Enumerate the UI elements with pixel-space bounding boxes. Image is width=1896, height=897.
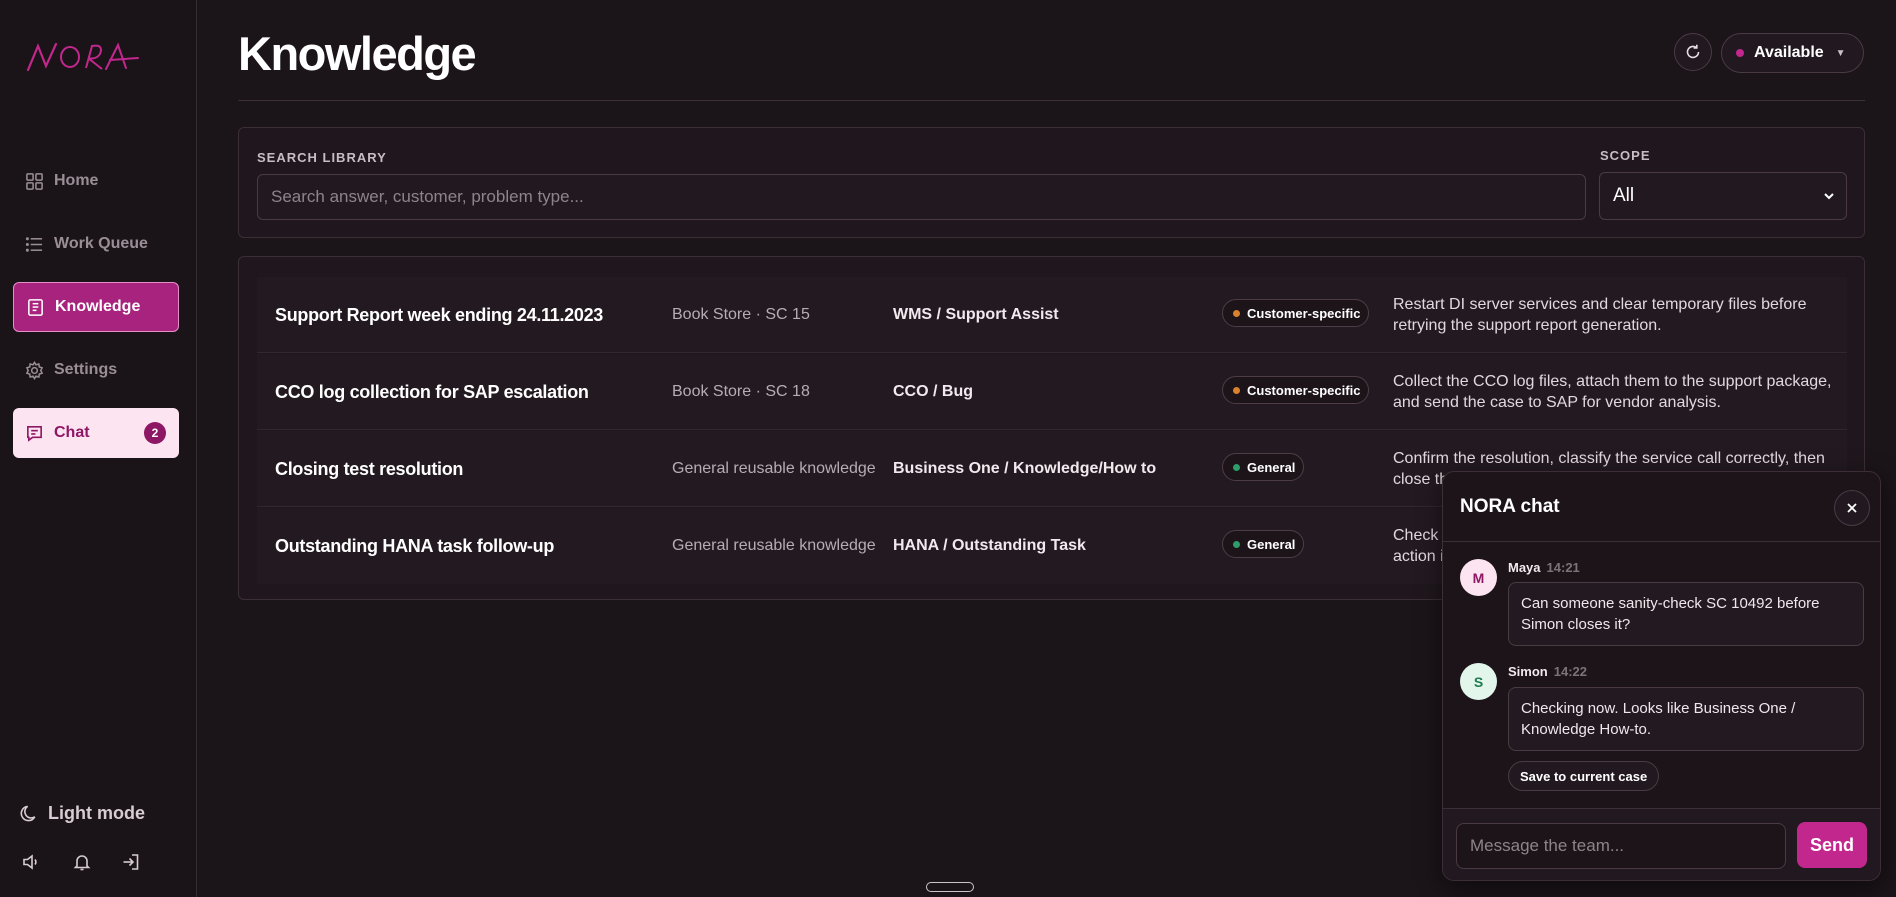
result-description: Collect the CCO log files, attach them t… bbox=[1393, 373, 1832, 411]
header-divider bbox=[238, 100, 1865, 101]
availability-dropdown[interactable]: Available ▼ bbox=[1721, 33, 1864, 73]
scope-badge: General bbox=[1222, 530, 1305, 558]
nora-logo[interactable] bbox=[26, 38, 141, 79]
logout-icon[interactable] bbox=[120, 851, 142, 873]
message-author: Maya bbox=[1508, 560, 1541, 575]
caret-down-icon: ▼ bbox=[1835, 47, 1846, 59]
chat-header: NORA chat bbox=[1443, 472, 1880, 542]
refresh-icon bbox=[1686, 44, 1700, 59]
close-icon bbox=[1847, 503, 1857, 513]
close-chat-button[interactable] bbox=[1834, 490, 1870, 526]
message-time: 14:22 bbox=[1553, 664, 1587, 679]
chat-icon bbox=[27, 425, 42, 442]
message-meta: Simon 14:22 bbox=[1508, 664, 1587, 679]
scope-label: SCOPE bbox=[1600, 148, 1651, 163]
chat-title: NORA chat bbox=[1460, 496, 1560, 517]
sidebar: Home Work Queue Knowledge Settings Chat … bbox=[0, 0, 197, 897]
sidebar-item-work-queue[interactable]: Work Queue bbox=[13, 219, 179, 269]
scope-badge-label: Customer-specific bbox=[1247, 382, 1361, 398]
result-source: Book Store · SC 18 bbox=[672, 383, 810, 400]
result-category: WMS / Support Assist bbox=[893, 306, 1059, 323]
scope-badge: Customer-specific bbox=[1222, 376, 1370, 404]
scroll-handle[interactable] bbox=[926, 882, 974, 892]
sidebar-item-settings[interactable]: Settings bbox=[13, 345, 179, 395]
sidebar-item-label: Settings bbox=[54, 361, 118, 378]
search-label: SEARCH LIBRARY bbox=[257, 150, 387, 165]
sidebar-item-label: Work Queue bbox=[54, 235, 148, 252]
result-description: Restart DI server services and clear tem… bbox=[1393, 296, 1807, 334]
sidebar-item-label: Chat bbox=[54, 424, 90, 441]
message-time: 14:21 bbox=[1546, 560, 1580, 575]
chat-window: NORA chat M Maya 14:21 Can someone sanity… bbox=[1442, 471, 1881, 881]
scope-dot bbox=[1233, 309, 1240, 317]
chat-footer: Send bbox=[1443, 808, 1880, 880]
result-title: Outstanding HANA task follow-up bbox=[275, 535, 555, 556]
scope-dot bbox=[1233, 540, 1240, 548]
speaker-icon[interactable] bbox=[20, 851, 42, 873]
chat-message: Can someone sanity-check SC 10492 before… bbox=[1508, 582, 1864, 646]
result-title: CCO log collection for SAP escalation bbox=[275, 381, 589, 402]
sidebar-item-knowledge[interactable]: Knowledge bbox=[13, 282, 179, 332]
bell-icon[interactable] bbox=[71, 851, 93, 873]
sidebar-item-label: Home bbox=[54, 172, 99, 189]
scope-dot bbox=[1233, 386, 1240, 394]
scope-badge: Customer-specific bbox=[1222, 299, 1370, 327]
search-input[interactable] bbox=[257, 174, 1586, 220]
light-mode-label: Light mode bbox=[48, 803, 145, 823]
result-title: Support Report week ending 24.11.2023 bbox=[275, 304, 604, 325]
scope-badge-label: General bbox=[1247, 459, 1296, 475]
result-row[interactable]: Support Report week ending 24.11.2023 Bo… bbox=[257, 277, 1847, 353]
save-to-case-button[interactable]: Save to current case bbox=[1508, 761, 1660, 791]
result-source: General reusable knowledge bbox=[672, 537, 876, 554]
scope-badge: General bbox=[1222, 453, 1305, 481]
unread-badge: 2 bbox=[144, 422, 166, 444]
send-button[interactable]: Send bbox=[1797, 822, 1867, 868]
book-icon bbox=[28, 298, 43, 316]
avatar: M bbox=[1460, 559, 1497, 596]
scope-select-value: All bbox=[1613, 185, 1635, 206]
scope-badge-label: General bbox=[1247, 536, 1296, 552]
page-title: Knowledge bbox=[238, 27, 477, 80]
status-dot bbox=[1736, 49, 1744, 57]
result-category: HANA / Outstanding Task bbox=[893, 537, 1086, 554]
chat-message-input[interactable] bbox=[1456, 823, 1786, 869]
result-title: Closing test resolution bbox=[275, 458, 464, 479]
chat-message: Checking now. Looks like Business One / … bbox=[1508, 687, 1864, 751]
result-row[interactable]: CCO log collection for SAP escalation Bo… bbox=[257, 354, 1847, 430]
refresh-button[interactable] bbox=[1674, 33, 1712, 71]
message-author: Simon bbox=[1508, 664, 1548, 679]
availability-label: Available bbox=[1754, 44, 1824, 61]
scope-badge-label: Customer-specific bbox=[1247, 305, 1361, 321]
sidebar-item-chat[interactable]: Chat 2 bbox=[13, 408, 179, 458]
message-meta: Maya 14:21 bbox=[1508, 560, 1580, 575]
result-source: General reusable knowledge bbox=[672, 460, 876, 477]
result-category: CCO / Bug bbox=[893, 383, 973, 400]
result-category: Business One / Knowledge/How to bbox=[893, 460, 1157, 477]
gear-icon bbox=[25, 360, 44, 380]
avatar: S bbox=[1460, 663, 1497, 700]
sidebar-item-home[interactable]: Home bbox=[13, 156, 179, 206]
scope-select[interactable]: All bbox=[1599, 172, 1847, 220]
search-panel: SEARCH LIBRARY SCOPE All bbox=[238, 127, 1865, 238]
light-mode-toggle[interactable]: Light mode bbox=[20, 803, 145, 824]
grid-icon bbox=[26, 172, 43, 190]
chevron-down-icon bbox=[1824, 193, 1834, 200]
moon-icon bbox=[20, 805, 36, 822]
result-source: Book Store · SC 15 bbox=[672, 306, 810, 323]
list-icon bbox=[25, 236, 43, 252]
scope-dot bbox=[1233, 463, 1240, 471]
sidebar-item-label: Knowledge bbox=[55, 298, 141, 315]
